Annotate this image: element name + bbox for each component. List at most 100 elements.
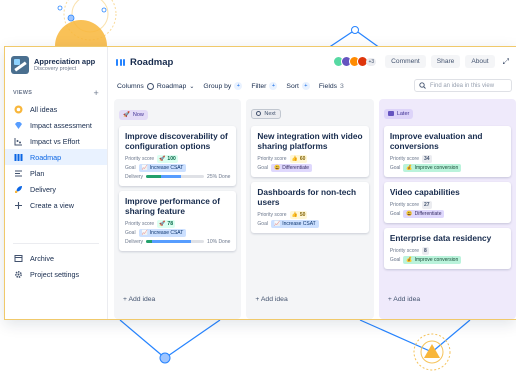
sidebar-item-label: Archive [30, 253, 54, 263]
deco-ring [413, 333, 451, 371]
column-header-now[interactable]: 🚀 Now [119, 110, 148, 120]
idea-card[interactable]: Improve performance of sharing feature P… [119, 191, 237, 251]
share-button[interactable]: Share [430, 55, 461, 68]
chart-icon: 📈 [141, 164, 148, 171]
views-nav: All ideas Impact assessment Impact vs Ef… [5, 101, 107, 213]
delivery-in-progress-segment [160, 175, 181, 178]
delivery-row: Delivery 10% Done [125, 237, 230, 246]
sidebar-item-delivery[interactable]: Delivery [5, 181, 107, 197]
filter-label: Filter [251, 82, 267, 90]
about-button[interactable]: About [465, 55, 495, 68]
deco-line [359, 319, 433, 353]
add-idea-button[interactable]: + Add idea [123, 296, 155, 303]
sidebar-item-project-settings[interactable]: Project settings [5, 266, 107, 282]
idea-card[interactable]: Dashboards for non-tech users Priority s… [251, 182, 369, 233]
search-input[interactable]: Find an idea in this view [414, 79, 512, 92]
column-header-next[interactable]: Next [251, 108, 281, 119]
sidebar-item-archive[interactable]: Archive [5, 250, 107, 266]
add-idea-button[interactable]: + Add idea [388, 296, 420, 303]
comment-button[interactable]: Comment [385, 55, 426, 68]
goal-label: Goal [389, 210, 401, 217]
chart-icon: 📈 [273, 220, 281, 227]
idea-title: Improve performance of sharing feature [125, 196, 220, 216]
goal-value: Differentiate [414, 210, 442, 217]
goal-row: Goal 😃 Differentiate [390, 209, 505, 218]
idea-card[interactable]: Video capabilities Priority score 27 Goa… [383, 182, 511, 223]
views-label: VIEWS [13, 90, 33, 96]
columns-dropdown[interactable]: Roadmap ⌄ [146, 82, 195, 90]
goal-value: Improve conversion [414, 256, 459, 263]
sidebar-item-plan[interactable]: Plan [5, 165, 107, 181]
add-view-button[interactable]: + [93, 88, 99, 98]
goal-badge: 😃 Differentiate [270, 163, 313, 172]
expand-icon[interactable]: ⤢ [500, 57, 512, 67]
idea-card[interactable]: New integration with video sharing platf… [251, 126, 369, 177]
fields-control[interactable]: Fields 3 [319, 83, 344, 90]
sidebar-item-create-view[interactable]: Create a view [5, 197, 107, 213]
calendar-icon [387, 111, 394, 116]
chart-icon: 📈 [141, 229, 148, 236]
roadmap-icon [116, 58, 125, 66]
priority-row: Priority score 👍 50 [257, 210, 362, 219]
chevron-down-icon: ⌄ [189, 83, 195, 90]
rocket-icon [14, 185, 23, 194]
score-icon: 🚀 [159, 155, 166, 162]
filter-control[interactable]: Filter + [251, 82, 278, 90]
idea-title: Video capabilities [389, 187, 460, 197]
goal-row: Goal 💰 Improve conversion [390, 255, 505, 264]
sidebar-item-label: Roadmap [30, 152, 62, 162]
sort-label: Sort [286, 82, 299, 90]
delivery-percent: 10% Done [207, 238, 231, 245]
delivery-done-segment [146, 175, 161, 178]
roadmap-icon [14, 153, 23, 162]
priority-label: Priority score [257, 155, 287, 162]
column-header-later[interactable]: Later [383, 108, 414, 119]
goal-badge: 💰 Improve conversion [403, 255, 462, 264]
page-title-group: Roadmap [116, 57, 173, 68]
priority-score-badge: 8 [422, 246, 429, 255]
sidebar-item-label: Impact assessment [30, 120, 92, 130]
columns-selector[interactable]: Columns Roadmap ⌄ [117, 82, 195, 90]
deco-dot [67, 14, 75, 22]
add-filter-icon: + [269, 82, 278, 90]
sidebar-item-label: Impact vs Effort [30, 136, 80, 146]
sidebar-item-all-ideas[interactable]: All ideas [5, 101, 107, 117]
idea-card[interactable]: Enterprise data residency Priority score… [383, 228, 511, 269]
main-content: Roadmap +3 Comment Share About ⤢ Columns [108, 47, 516, 319]
sidebar-item-roadmap[interactable]: Roadmap [5, 149, 107, 165]
add-idea-button[interactable]: + Add idea [255, 296, 287, 303]
delivery-progress-bar [146, 240, 205, 243]
matrix-icon [14, 137, 23, 146]
add-group-icon: + [234, 82, 243, 90]
goal-value: Increase CSAT [282, 220, 316, 227]
delivery-label: Delivery [125, 173, 144, 180]
priority-score: 27 [424, 201, 430, 208]
column-next: Next New integration with video sharing … [246, 99, 374, 319]
score-icon: 🚀 [159, 220, 166, 227]
collaborator-avatars[interactable]: +3 [333, 56, 377, 67]
goal-badge: 📈 Increase CSAT [138, 228, 187, 237]
sort-control[interactable]: Sort + [286, 82, 310, 90]
idea-card[interactable]: Improve evaluation and conversions Prior… [383, 126, 511, 177]
priority-score: 8 [424, 247, 427, 254]
add-sort-icon: + [301, 82, 310, 90]
priority-score-badge: 👍 60 [289, 154, 308, 163]
project-header[interactable]: Appreciation app Discovery project [5, 47, 107, 80]
columns-value: Roadmap [156, 82, 187, 90]
sidebar-item-impact-assessment[interactable]: Impact assessment [5, 117, 107, 133]
goal-label: Goal [125, 164, 136, 171]
views-header: VIEWS + [5, 88, 107, 98]
deco-dot [351, 26, 359, 34]
priority-score-badge: 🚀 78 [157, 219, 175, 228]
idea-card[interactable]: Improve discoverability of configuration… [119, 126, 237, 186]
group-by-control[interactable]: Group by + [203, 82, 243, 90]
sidebar-item-impact-vs-effort[interactable]: Impact vs Effort [5, 133, 107, 149]
sidebar: Appreciation app Discovery project VIEWS… [5, 47, 108, 319]
deco-sun [55, 20, 107, 46]
goal-badge: 📈 Increase CSAT [270, 219, 319, 228]
deco-ring [71, 0, 109, 33]
idea-title: Enterprise data residency [389, 233, 492, 243]
money-icon: 💰 [406, 164, 413, 171]
sidebar-footer: Archive Project settings [5, 237, 107, 282]
fields-count: 3 [340, 82, 344, 90]
